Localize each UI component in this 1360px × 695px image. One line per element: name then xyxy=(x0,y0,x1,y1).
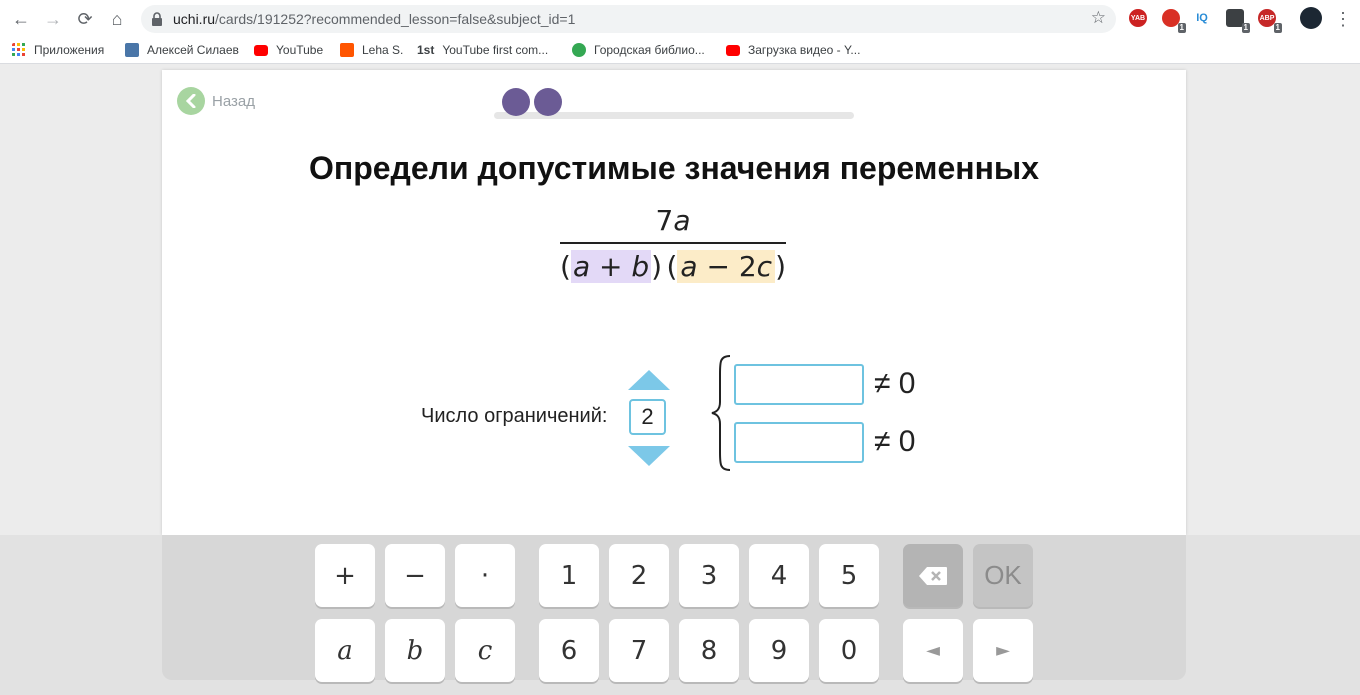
vk-icon xyxy=(125,43,139,57)
key-minus[interactable]: − xyxy=(385,544,445,607)
bookmark-apps[interactable]: Приложения xyxy=(12,43,104,57)
bookmark-vk[interactable]: Алексей Силаев xyxy=(125,43,239,57)
arrow-left-icon: ◄ xyxy=(926,640,940,661)
decrease-arrow-icon[interactable] xyxy=(628,446,670,466)
keyboard-panel: + − · 1 2 3 4 5 OK a b c 6 7 8 9 0 ◄ ► xyxy=(162,535,1186,682)
back-button[interactable]: Назад xyxy=(177,87,255,115)
cursor-left-key[interactable]: ◄ xyxy=(903,619,963,682)
increase-arrow-icon[interactable] xyxy=(628,370,670,390)
not-equal-zero-label: ≠ 0 xyxy=(874,425,916,458)
bookmark-library[interactable]: Городская библио... xyxy=(572,43,705,57)
key-multiply-dot[interactable]: · xyxy=(455,544,515,607)
lock-icon xyxy=(152,12,162,26)
bookmark-label: YouTube xyxy=(276,43,324,57)
back-arrow-icon[interactable]: ← xyxy=(10,8,32,30)
constraints-count-value: 2 xyxy=(629,399,666,435)
profile-avatar[interactable] xyxy=(1300,7,1322,29)
key-1[interactable]: 1 xyxy=(539,544,599,607)
browser-menu-icon[interactable]: ⋮ xyxy=(1332,8,1354,30)
key-b[interactable]: b xyxy=(385,619,445,682)
key-9[interactable]: 9 xyxy=(749,619,809,682)
bookmark-video-download[interactable]: Загрузка видео - Y... xyxy=(726,43,860,57)
bookmark-label: Загрузка видео - Y... xyxy=(748,43,861,57)
arrow-right-icon: ► xyxy=(996,640,1010,661)
bookmark-youtube-first[interactable]: 1st YouTube first com... xyxy=(417,43,548,57)
chevron-left-icon xyxy=(177,87,205,115)
bookmark-label: Приложения xyxy=(34,43,105,57)
constraints-count-label: Число ограничений: xyxy=(421,405,608,427)
youtube-icon xyxy=(726,44,740,56)
progress-dot xyxy=(534,88,562,116)
condition-input-1[interactable] xyxy=(734,364,864,405)
cube-extension-icon[interactable]: 1 xyxy=(1226,9,1250,33)
key-0[interactable]: 0 xyxy=(819,619,879,682)
backspace-icon xyxy=(919,566,947,585)
factor-a-minus-2c: a − 2c xyxy=(677,250,776,283)
key-6[interactable]: 6 xyxy=(539,619,599,682)
key-7[interactable]: 7 xyxy=(609,619,669,682)
ok-key[interactable]: OK xyxy=(973,544,1033,607)
key-8[interactable]: 8 xyxy=(679,619,739,682)
iq-extension-icon[interactable]: IQ xyxy=(1193,9,1211,27)
bookmark-star-icon[interactable]: ☆ xyxy=(1091,8,1106,28)
factor-a-plus-b: a + b xyxy=(570,250,652,283)
browser-toolbar: ← → ⟳ ⌂ uchi.ru/cards/191252?recommended… xyxy=(0,0,1360,38)
apps-grid-icon xyxy=(12,43,25,56)
red-extension-icon[interactable]: 1 xyxy=(1162,9,1186,33)
key-5[interactable]: 5 xyxy=(819,544,879,607)
numerator: 7a xyxy=(655,204,691,237)
key-plus[interactable]: + xyxy=(315,544,375,607)
adblock-extension-icon[interactable]: ABP 1 xyxy=(1258,9,1282,33)
key-3[interactable]: 3 xyxy=(679,544,739,607)
youtube-icon xyxy=(254,44,268,56)
task-title: Определи допустимые значения переменных xyxy=(308,150,1040,186)
library-icon xyxy=(572,43,586,57)
address-bar[interactable]: uchi.ru/cards/191252?recommended_lesson=… xyxy=(141,5,1116,33)
bookmarks-bar: Приложения Алексей Силаев YouTube Leha S… xyxy=(0,38,1360,64)
math-keyboard: + − · 1 2 3 4 5 OK a b c 6 7 8 9 0 ◄ ► xyxy=(0,535,1360,695)
bookmark-label: YouTube first com... xyxy=(442,43,549,57)
backspace-key[interactable] xyxy=(903,544,963,607)
key-4[interactable]: 4 xyxy=(749,544,809,607)
home-icon[interactable]: ⌂ xyxy=(106,8,128,30)
key-2[interactable]: 2 xyxy=(609,544,669,607)
back-label: Назад xyxy=(212,92,255,110)
fraction-expression: 7a (a + b) (a − 2c) xyxy=(560,200,786,290)
bookmark-label: Алексей Силаев xyxy=(147,43,239,57)
cursor-right-key[interactable]: ► xyxy=(973,619,1033,682)
key-c[interactable]: c xyxy=(455,619,515,682)
progress-dot xyxy=(502,88,530,116)
1st-icon: 1st xyxy=(417,43,435,57)
denominator: (a + b) (a − 2c) xyxy=(560,250,786,283)
url-text: uchi.ru/cards/191252?recommended_lesson=… xyxy=(173,11,576,27)
system-brace-icon xyxy=(711,355,731,471)
condition-input-2[interactable] xyxy=(734,422,864,463)
soundcloud-icon xyxy=(340,43,354,57)
bookmark-label: Leha S. xyxy=(362,43,404,57)
fraction-line xyxy=(560,242,786,244)
forward-arrow-icon[interactable]: → xyxy=(42,8,64,30)
bookmark-leha[interactable]: Leha S. xyxy=(340,43,403,57)
yab-extension-icon[interactable]: YAB xyxy=(1129,9,1147,27)
reload-icon[interactable]: ⟳ xyxy=(74,8,96,30)
not-equal-zero-label: ≠ 0 xyxy=(874,367,916,400)
bookmark-label: Городская библио... xyxy=(594,43,705,57)
bookmark-youtube[interactable]: YouTube xyxy=(254,43,323,57)
task-card: Назад Определи допустимые значения перем… xyxy=(162,70,1186,535)
key-a[interactable]: a xyxy=(315,619,375,682)
